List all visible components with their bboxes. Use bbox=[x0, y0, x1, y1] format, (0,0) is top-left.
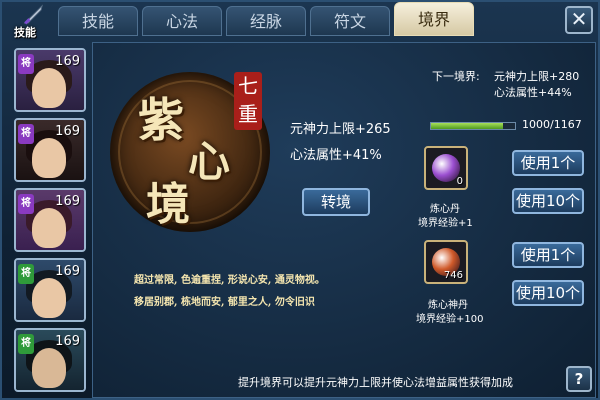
current-power-stat: 元神力上限+265 bbox=[290, 122, 391, 137]
progress-text: 1000/1167 bbox=[522, 118, 582, 131]
hero-level: 169 bbox=[55, 264, 80, 279]
next-attr-stat: 心法属性+44% bbox=[494, 86, 572, 99]
advance-realm-button[interactable]: 转境 bbox=[302, 188, 370, 216]
hero-level: 169 bbox=[55, 124, 80, 139]
item-effect: 境界经验+1 bbox=[418, 218, 473, 229]
realm-description: 超过常限, 色逾重捏, 形说心安, 通灵物视。 移居别郡, 栋地而安, 郁里之人… bbox=[134, 270, 394, 314]
hero-tag: 将 bbox=[18, 194, 34, 214]
hero-card[interactable]: 将 169 bbox=[14, 258, 86, 322]
close-button[interactable]: ✕ bbox=[565, 6, 593, 34]
item-name: 炼心神丹 bbox=[428, 300, 468, 311]
item-count: 0 bbox=[456, 176, 463, 187]
rank-badge: 七重 bbox=[234, 72, 262, 130]
description-line: 超过常限, 色逾重捏, 形说心安, 通灵物视。 bbox=[134, 275, 325, 286]
current-attr-stat: 心法属性+41% bbox=[290, 148, 382, 163]
hero-tag: 将 bbox=[18, 54, 34, 74]
realm-name-char: 心 bbox=[188, 137, 231, 186]
tab-mind-method[interactable]: 心法 bbox=[142, 6, 222, 36]
sword-icon bbox=[23, 4, 43, 25]
logo-label: 技能 bbox=[14, 26, 36, 39]
hero-list[interactable]: 将 169 将 169 将 169 将 169 将 169 bbox=[4, 44, 88, 398]
hero-tag: 将 bbox=[18, 264, 34, 284]
tab-meridians[interactable]: 经脉 bbox=[226, 6, 306, 36]
progress-fill bbox=[431, 123, 503, 129]
use-1-button[interactable]: 使用1个 bbox=[512, 150, 584, 176]
app-logo: 技能 bbox=[4, 2, 54, 42]
hero-level: 169 bbox=[55, 194, 80, 209]
next-realm-label: 下一境界: bbox=[432, 70, 480, 83]
hero-level: 169 bbox=[55, 54, 80, 69]
use-10-button[interactable]: 使用10个 bbox=[512, 280, 584, 306]
item-name: 炼心丹 bbox=[430, 204, 460, 215]
hero-card[interactable]: 将 169 bbox=[14, 328, 86, 392]
hero-level: 169 bbox=[55, 334, 80, 349]
tab-skills[interactable]: 技能 bbox=[58, 6, 138, 36]
realm-name-char: 境 bbox=[146, 179, 190, 230]
description-line: 移居别郡, 栋地而安, 郁里之人, 勿令旧识 bbox=[134, 297, 315, 308]
hero-card[interactable]: 将 169 bbox=[14, 188, 86, 252]
hero-card[interactable]: 将 169 bbox=[14, 48, 86, 112]
hero-tag: 将 bbox=[18, 334, 34, 354]
tab-bar: 技能 心法 经脉 符文 境界 bbox=[58, 2, 478, 40]
realm-progress-bar bbox=[430, 122, 516, 130]
realm-name-char: 紫 bbox=[138, 93, 184, 147]
item-effect: 境界经验+100 bbox=[416, 314, 484, 325]
use-10-button[interactable]: 使用10个 bbox=[512, 188, 584, 214]
use-1-button[interactable]: 使用1个 bbox=[512, 242, 584, 268]
tab-realm[interactable]: 境界 bbox=[394, 2, 474, 36]
hero-card[interactable]: 将 169 bbox=[14, 118, 86, 182]
tab-runes[interactable]: 符文 bbox=[310, 6, 390, 36]
hero-tag: 将 bbox=[18, 124, 34, 144]
item-count: 746 bbox=[443, 270, 463, 281]
help-button[interactable]: ? bbox=[566, 366, 592, 392]
next-power-stat: 元神力上限+280 bbox=[494, 70, 580, 83]
item-slot[interactable]: 0 bbox=[424, 146, 468, 190]
item-slot[interactable]: 746 bbox=[424, 240, 468, 284]
footer-hint: 提升境界可以提升元神力上限并使心法增益属性获得加成 bbox=[238, 376, 513, 389]
